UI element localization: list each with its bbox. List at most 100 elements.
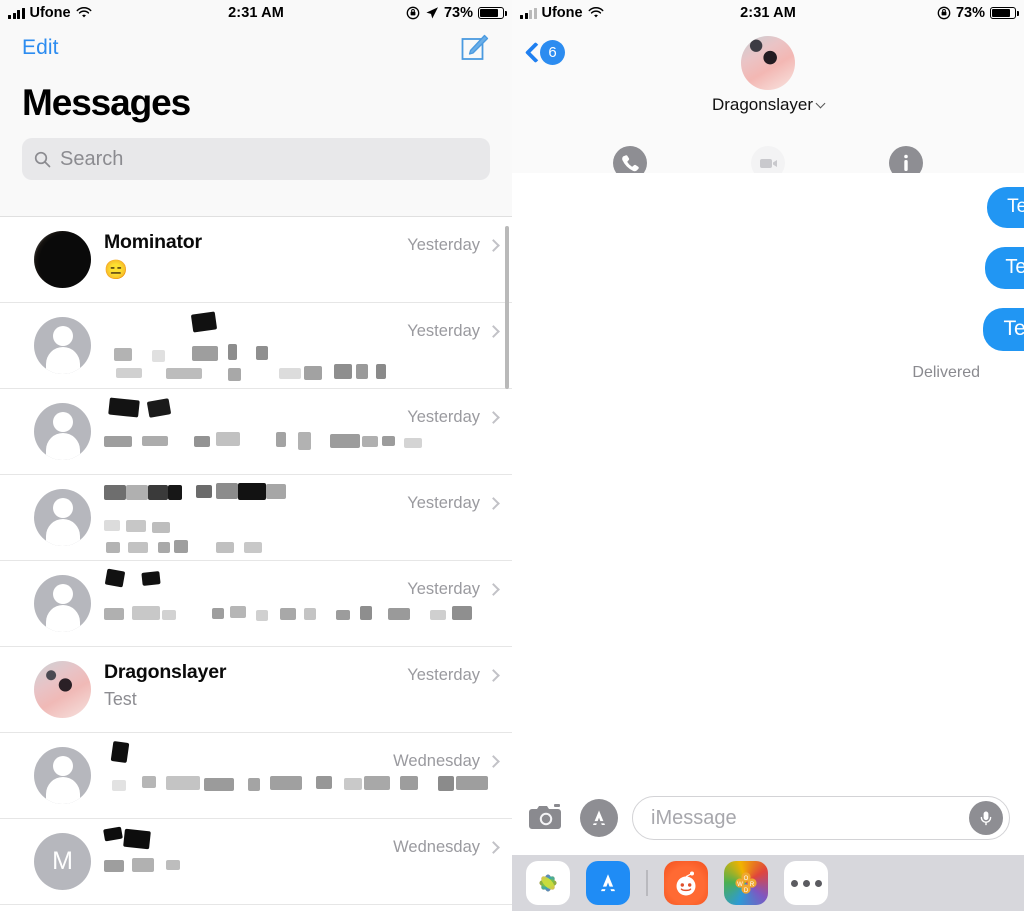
chevron-down-icon bbox=[815, 98, 826, 109]
message-bubble-sent[interactable]: Test bbox=[985, 247, 1024, 289]
contact-name-label: Dragonslayer bbox=[711, 95, 814, 114]
message-row: Test bbox=[512, 247, 1024, 289]
search-input[interactable]: Search bbox=[22, 138, 490, 180]
conversation-list[interactable]: Mominator 😑 Yesterday Yesterday Yesterda… bbox=[0, 216, 512, 911]
list-item-meta: Wednesday bbox=[393, 838, 500, 857]
contact-name-button[interactable]: Dragonslayer bbox=[711, 95, 826, 115]
photos-icon[interactable] bbox=[526, 861, 570, 905]
list-item-date: Wednesday bbox=[393, 838, 480, 856]
edit-button[interactable]: Edit bbox=[22, 36, 59, 60]
message-input-bar: iMessage bbox=[512, 781, 1024, 855]
list-item-name-redacted bbox=[104, 311, 416, 337]
avatar bbox=[34, 403, 91, 460]
list-item-preview-redacted bbox=[104, 518, 416, 553]
list-item-preview-redacted bbox=[104, 432, 422, 452]
list-item-meta: Yesterday bbox=[407, 494, 500, 513]
list-item-date: Yesterday bbox=[407, 408, 480, 426]
app-store-icon[interactable] bbox=[586, 861, 630, 905]
list-item-name-redacted bbox=[104, 568, 416, 595]
message-bubble-sent[interactable]: Test bbox=[983, 308, 1024, 351]
status-bar-right-group: 73% bbox=[937, 5, 1019, 21]
compose-icon[interactable] bbox=[460, 33, 490, 63]
chevron-right-icon bbox=[487, 583, 500, 596]
message-row: Test bbox=[512, 187, 1024, 228]
status-bar-right-group: 73% bbox=[406, 5, 507, 21]
list-item-date: Yesterday bbox=[407, 236, 480, 254]
message-input-placeholder: iMessage bbox=[651, 806, 737, 829]
chevron-right-icon bbox=[487, 325, 500, 338]
list-scrollbar[interactable] bbox=[505, 226, 509, 389]
search-placeholder: Search bbox=[60, 147, 124, 170]
contact-avatar[interactable] bbox=[741, 36, 795, 90]
battery-icon bbox=[478, 7, 507, 19]
list-item[interactable]: Yesterday bbox=[0, 474, 512, 560]
list-item-meta: Yesterday bbox=[407, 666, 500, 685]
list-item-name: Dragonslayer bbox=[104, 661, 227, 683]
message-thread[interactable]: Test Test Test Delivered bbox=[512, 173, 1024, 781]
list-item[interactable] bbox=[0, 904, 512, 911]
messages-header: Edit Messages Search bbox=[0, 26, 512, 180]
more-dots-icon[interactable] bbox=[784, 861, 828, 905]
drawer-divider bbox=[646, 870, 648, 896]
chevron-right-icon bbox=[487, 841, 500, 854]
list-item[interactable]: Yesterday bbox=[0, 560, 512, 646]
list-item-name-redacted bbox=[104, 483, 416, 509]
list-item-date: Yesterday bbox=[407, 322, 480, 340]
svg-text:D: D bbox=[744, 888, 749, 894]
words-game-icon[interactable]: W O R D bbox=[724, 861, 768, 905]
chevron-right-icon bbox=[487, 755, 500, 768]
messages-list-panel: Ufone 2:31 AM 73% Edit Messages Search M… bbox=[0, 0, 512, 911]
avatar bbox=[34, 317, 91, 374]
ipad-messages-screen: Ufone 2:31 AM 73% Edit Messages Search M… bbox=[0, 0, 1024, 911]
list-item-meta: Yesterday bbox=[407, 580, 500, 599]
list-item-meta: Wednesday bbox=[393, 752, 500, 771]
camera-icon[interactable] bbox=[526, 802, 566, 834]
avatar bbox=[34, 661, 91, 718]
list-item-name-redacted bbox=[103, 826, 416, 853]
list-item[interactable]: M Wednesday bbox=[0, 818, 512, 904]
battery-percent-label: 73% bbox=[443, 5, 473, 21]
status-bar-right: Ufone 2:31 AM 73% bbox=[512, 0, 1024, 26]
list-item-date: Yesterday bbox=[407, 580, 480, 598]
search-icon bbox=[34, 151, 51, 167]
list-item[interactable]: Mominator 😑 Yesterday bbox=[0, 216, 512, 302]
list-item[interactable]: Yesterday bbox=[0, 302, 512, 388]
avatar bbox=[34, 747, 91, 804]
more-dots bbox=[790, 879, 822, 887]
list-item-date: Yesterday bbox=[407, 494, 480, 512]
svg-text:R: R bbox=[750, 882, 755, 888]
app-store-icon[interactable] bbox=[580, 799, 618, 837]
battery-icon bbox=[990, 7, 1019, 19]
message-bubble-sent[interactable]: Test bbox=[987, 187, 1024, 228]
conversation-panel: Ufone 2:31 AM 73% 6 Dragonslayer Te Te T… bbox=[512, 0, 1024, 911]
list-item[interactable]: Yesterday bbox=[0, 388, 512, 474]
list-item-meta: Yesterday bbox=[407, 236, 500, 255]
microphone-icon[interactable] bbox=[969, 801, 1003, 835]
list-item-preview: Test bbox=[104, 689, 137, 709]
location-arrow-icon bbox=[426, 7, 438, 19]
chevron-right-icon bbox=[487, 669, 500, 682]
list-item-date: Wednesday bbox=[393, 752, 480, 770]
avatar bbox=[34, 231, 91, 288]
list-item-preview: 😑 bbox=[104, 260, 128, 281]
reddit-icon[interactable] bbox=[664, 861, 708, 905]
list-item[interactable]: Wednesday bbox=[0, 732, 512, 818]
message-row: Test bbox=[512, 308, 1024, 351]
avatar: M bbox=[34, 833, 91, 890]
rotation-lock-icon bbox=[937, 6, 951, 20]
list-item-name-redacted bbox=[104, 397, 416, 423]
list-item[interactable]: Dragonslayer Test Yesterday bbox=[0, 646, 512, 732]
avatar bbox=[34, 489, 91, 546]
list-item-meta: Yesterday bbox=[407, 408, 500, 427]
avatar-initial: M bbox=[52, 847, 73, 875]
list-item-preview-redacted bbox=[104, 776, 488, 796]
list-item-preview-redacted bbox=[104, 344, 416, 381]
contact-block: Dragonslayer bbox=[512, 36, 1024, 115]
list-item-preview-redacted bbox=[104, 858, 416, 882]
chevron-right-icon bbox=[487, 411, 500, 424]
status-bar-left: Ufone 2:31 AM 73% bbox=[0, 0, 512, 26]
app-drawer[interactable]: W O R D bbox=[512, 855, 1024, 911]
message-input[interactable]: iMessage bbox=[632, 796, 1010, 840]
list-item-preview-redacted bbox=[104, 604, 472, 624]
list-item-name: Mominator bbox=[104, 231, 202, 253]
